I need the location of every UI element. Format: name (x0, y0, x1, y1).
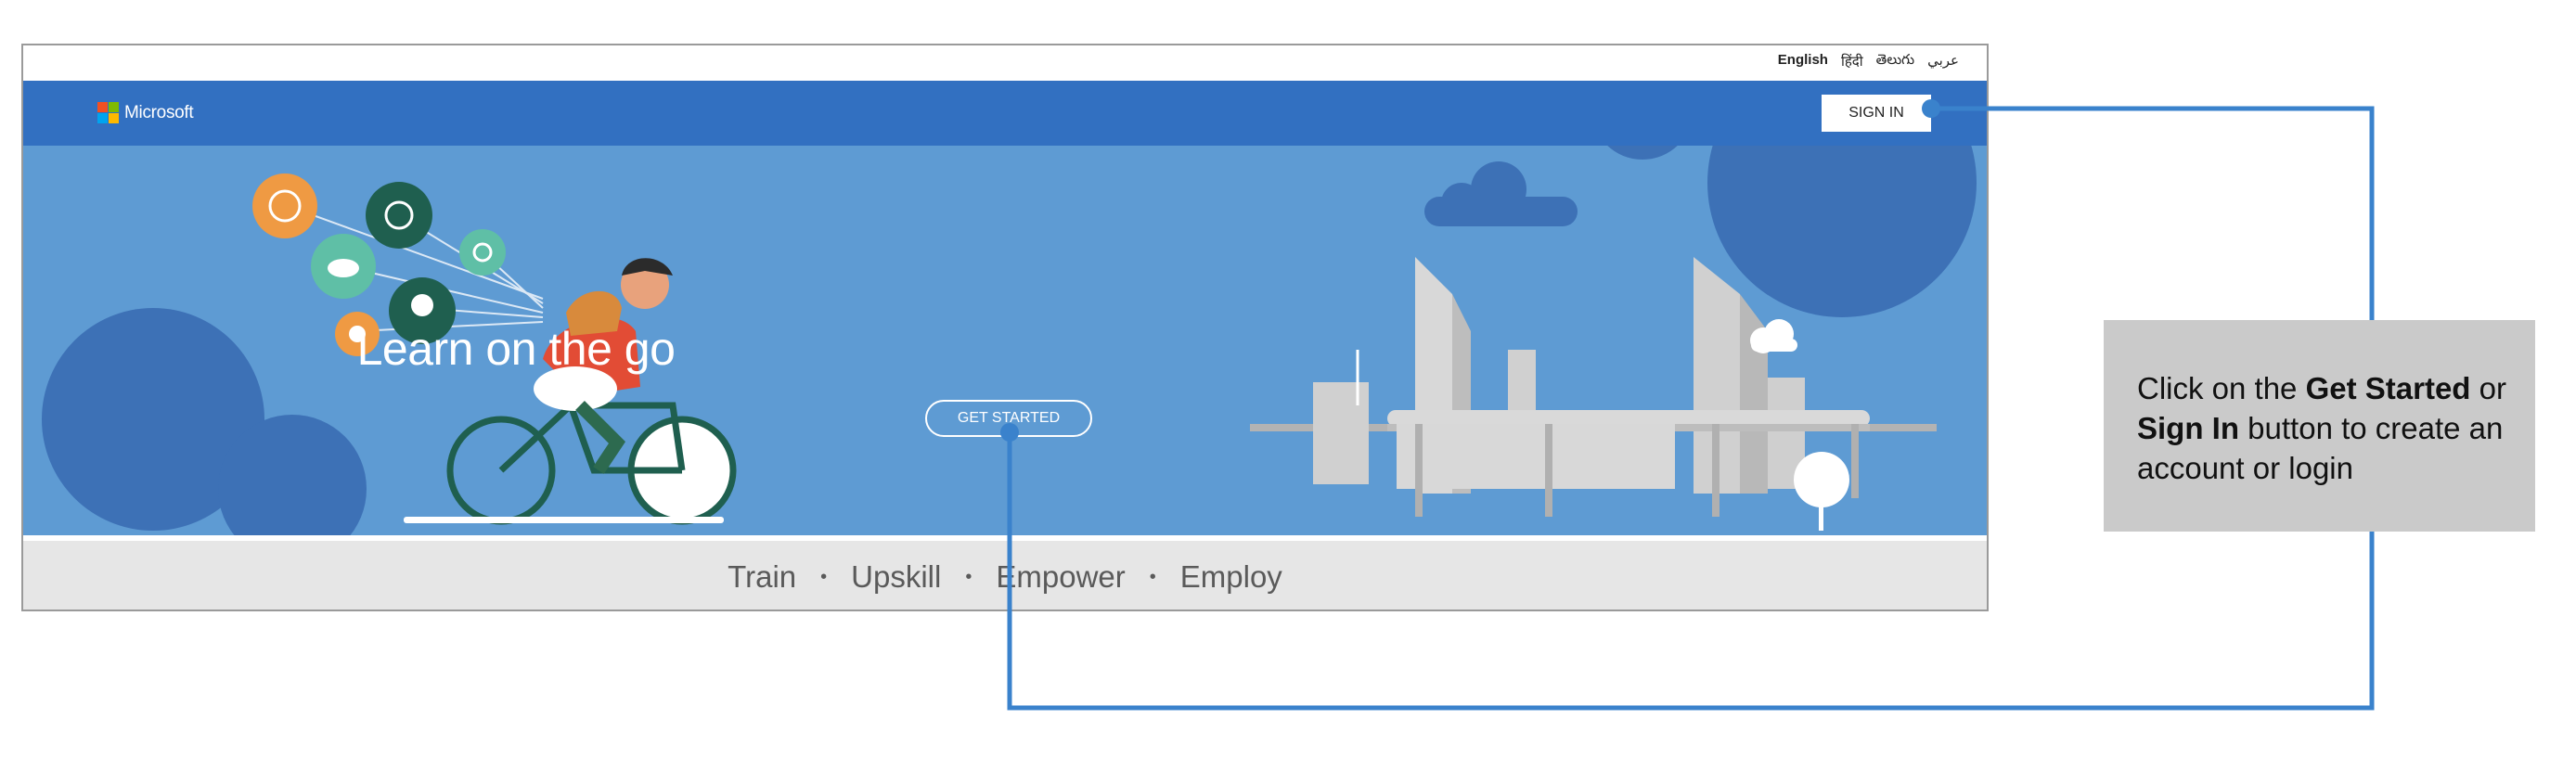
callout-text-1: Click on the (2137, 371, 2306, 405)
callout-text-2: or (2470, 371, 2506, 405)
callout-bold-get-started: Get Started (2305, 371, 2471, 405)
signin-connector-dot (1922, 99, 1940, 118)
get-started-connector-dot (1000, 423, 1019, 442)
callout-bold-sign-in: Sign In (2137, 411, 2239, 445)
instruction-callout: Click on the Get Started or Sign In butt… (2104, 320, 2535, 532)
